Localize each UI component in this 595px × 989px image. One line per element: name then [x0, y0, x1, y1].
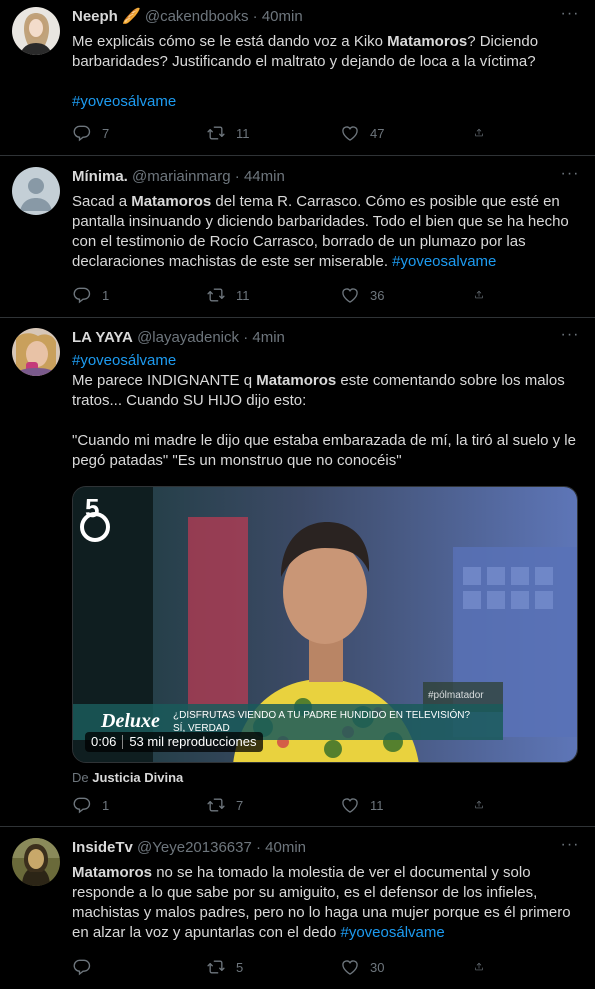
heart-icon: [340, 957, 360, 977]
like-count: 47: [370, 125, 385, 141]
share-icon: [474, 285, 484, 305]
like-button[interactable]: 11: [340, 794, 474, 816]
heart-icon: [340, 285, 360, 305]
hashtag-link[interactable]: #yoveosálvame: [72, 93, 176, 110]
caption-question: ¿DISFRUTAS VIENDO A TU PADRE HUNDIDO EN …: [173, 708, 471, 721]
watermark: #pólmatador: [428, 690, 484, 701]
video-thumbnail: 5 Deluxe ¿DISFRUTAS VIENDO A TU PADRE HU…: [73, 487, 577, 762]
retweet-count: 5: [236, 959, 244, 975]
reply-count: 7: [102, 125, 110, 141]
from-label: De: [72, 770, 89, 785]
reply-icon: [72, 285, 92, 305]
text-part: Me explicáis cómo se le está dando voz a…: [72, 33, 388, 50]
tweet-text: Sacad a Matamoros del tema R. Carrasco. …: [72, 192, 581, 272]
avatar[interactable]: [12, 167, 60, 215]
share-button[interactable]: [474, 794, 494, 816]
hashtag-link[interactable]: #yoveosálvame: [72, 352, 176, 369]
retweet-button[interactable]: 11: [206, 122, 340, 144]
separator-dot: ·: [255, 839, 261, 856]
tweet[interactable]: InsideTv @Yeye20136637 · 40min ··· Matam…: [0, 828, 595, 989]
video-views: 53 mil reproducciones: [129, 734, 257, 749]
more-icon[interactable]: ···: [559, 327, 581, 348]
timestamp[interactable]: 40min: [262, 8, 303, 25]
share-button[interactable]: [474, 284, 494, 306]
highlight-term: Matamoros: [72, 864, 153, 881]
separator-dot: ·: [234, 168, 240, 185]
heart-icon: [340, 795, 360, 815]
author-handle[interactable]: @Yeye20136637: [137, 839, 252, 856]
tweet-text: Matamoros no se ha tomado la molestia de…: [72, 863, 581, 943]
show-logo: Deluxe: [100, 710, 160, 732]
retweet-count: 11: [236, 125, 250, 141]
share-button[interactable]: [474, 956, 494, 978]
retweet-button[interactable]: 11: [206, 284, 340, 306]
more-icon[interactable]: ···: [559, 166, 581, 187]
author-name[interactable]: Neeph 🥖: [72, 8, 141, 25]
tweet-text: Me explicáis cómo se le está dando voz a…: [72, 32, 581, 72]
author-name[interactable]: InsideTv: [72, 839, 133, 856]
hashtag-link[interactable]: #yoveosálvame: [341, 924, 445, 941]
highlight-term: Matamoros: [256, 372, 337, 389]
separator-dot: ·: [243, 329, 249, 346]
like-button[interactable]: 30: [340, 956, 474, 978]
like-count: 11: [370, 797, 384, 813]
reply-icon: [72, 957, 92, 977]
share-icon: [474, 123, 484, 143]
tweet[interactable]: Neeph 🥖 @cakendbooks · 40min ··· Me expl…: [0, 0, 595, 156]
text-part: Me parece INDIGNANTE q: [72, 372, 257, 389]
video-player[interactable]: 5 Deluxe ¿DISFRUTAS VIENDO A TU PADRE HU…: [72, 486, 578, 763]
more-icon[interactable]: ···: [559, 837, 581, 858]
retweet-icon: [206, 957, 226, 977]
avatar[interactable]: [12, 7, 60, 55]
reply-button[interactable]: 1: [72, 284, 206, 306]
highlight-term: Matamoros: [131, 193, 212, 210]
tweet[interactable]: LA YAYA @layayadenick · 4min ··· #yoveos…: [0, 319, 595, 827]
author-handle[interactable]: @layayadenick: [137, 329, 239, 346]
author-name[interactable]: LA YAYA: [72, 329, 133, 346]
retweet-icon: [206, 123, 226, 143]
timestamp[interactable]: 44min: [244, 168, 285, 185]
separator-dot: ·: [252, 8, 258, 25]
highlight-term: Matamoros: [387, 33, 468, 50]
source-account-link[interactable]: Justicia Divina: [92, 770, 183, 785]
reply-button[interactable]: 7: [72, 122, 206, 144]
share-button[interactable]: [474, 122, 494, 144]
video-duration: 0:06: [91, 734, 117, 749]
text-part: Sacad a: [72, 193, 132, 210]
retweet-button[interactable]: 5: [206, 956, 340, 978]
retweet-icon: [206, 795, 226, 815]
timestamp[interactable]: 40min: [265, 839, 306, 856]
avatar[interactable]: [12, 328, 60, 376]
retweet-count: 11: [236, 287, 250, 303]
video-source: De Justicia Divina: [72, 770, 183, 785]
timestamp[interactable]: 4min: [252, 329, 285, 346]
retweet-button[interactable]: 7: [206, 794, 340, 816]
like-count: 30: [370, 959, 385, 975]
heart-icon: [340, 123, 360, 143]
hashtag-link[interactable]: #yoveosalvame: [392, 253, 496, 270]
author-name[interactable]: Mínima.: [72, 168, 128, 185]
retweet-count: 7: [236, 797, 244, 813]
reply-icon: [72, 795, 92, 815]
author-handle[interactable]: @mariainmarg: [132, 168, 231, 185]
like-button[interactable]: 36: [340, 284, 474, 306]
share-icon: [474, 795, 484, 815]
quoted-statement: "Cuando mi madre le dijo que estaba emba…: [72, 432, 576, 469]
author-handle[interactable]: @cakendbooks: [145, 8, 249, 25]
retweet-icon: [206, 285, 226, 305]
like-count: 36: [370, 287, 385, 303]
reply-button[interactable]: 1: [72, 794, 206, 816]
reply-button[interactable]: [72, 956, 206, 978]
share-icon: [474, 957, 484, 977]
like-button[interactable]: 47: [340, 122, 474, 144]
video-badge: 0:06 53 mil reproducciones: [85, 732, 263, 752]
more-icon[interactable]: ···: [559, 6, 581, 27]
tweet[interactable]: Mínima. @mariainmarg · 44min ··· Sacad a…: [0, 157, 595, 318]
reply-count: 1: [102, 797, 110, 813]
reply-icon: [72, 123, 92, 143]
avatar[interactable]: [12, 838, 60, 886]
tweet-text: Me parece INDIGNANTE q Matamoros este co…: [72, 371, 581, 411]
reply-count: 1: [102, 287, 110, 303]
